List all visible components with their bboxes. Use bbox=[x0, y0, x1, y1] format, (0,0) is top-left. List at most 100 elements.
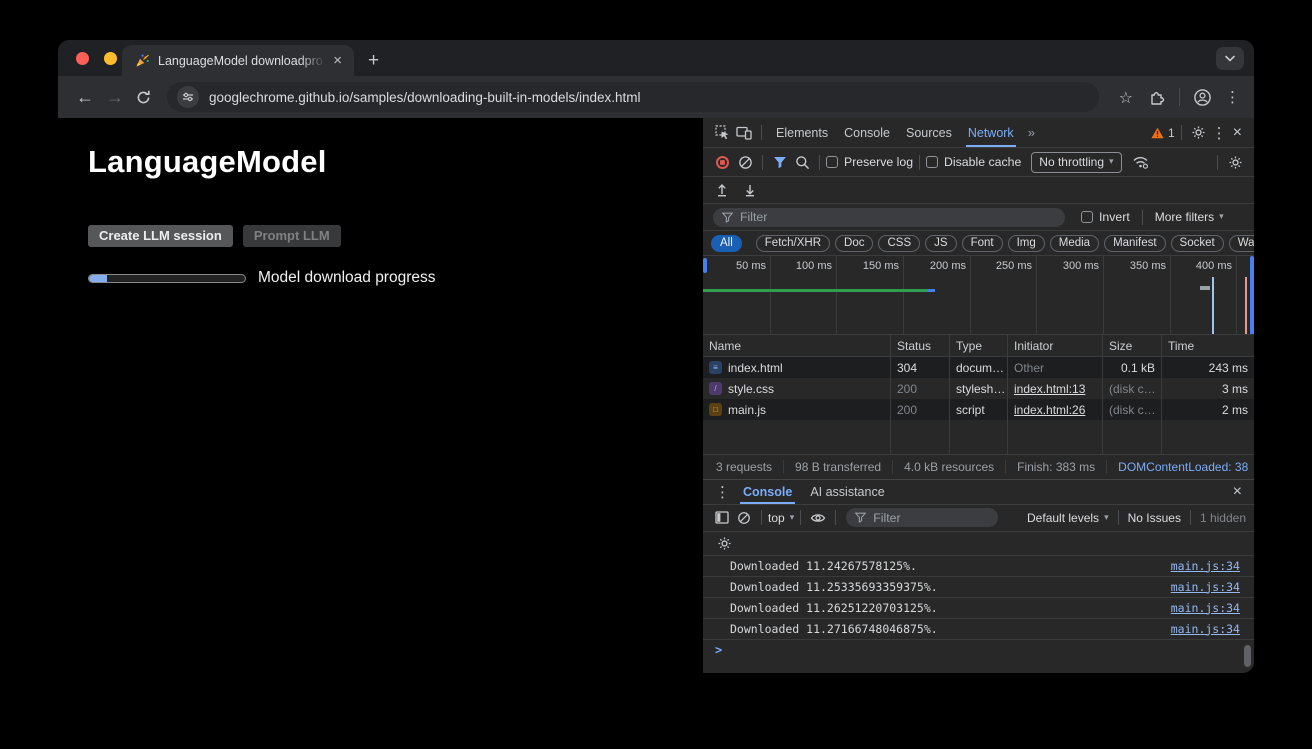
initiator-link[interactable]: index.html:13 bbox=[1014, 382, 1085, 396]
live-expression-button[interactable] bbox=[807, 508, 829, 528]
more-filters-dropdown[interactable]: More filters ▾ bbox=[1155, 210, 1224, 224]
tab-console[interactable]: Console bbox=[836, 118, 898, 147]
browser-tab[interactable]: LanguageModel downloadpro × bbox=[122, 45, 354, 76]
close-window-button[interactable] bbox=[76, 52, 89, 65]
prompt-llm-button[interactable]: Prompt LLM bbox=[243, 225, 341, 247]
chip-fetch-xhr[interactable]: Fetch/XHR bbox=[756, 235, 830, 252]
disable-cache-checkbox[interactable] bbox=[926, 156, 938, 168]
chip-wasm[interactable]: Wasm bbox=[1229, 235, 1254, 252]
filter-toggle-button[interactable] bbox=[769, 152, 791, 172]
column-initiator[interactable]: Initiator bbox=[1008, 335, 1103, 356]
new-tab-button[interactable]: + bbox=[368, 51, 379, 70]
chip-media[interactable]: Media bbox=[1050, 235, 1099, 252]
network-filter-input[interactable]: Filter bbox=[713, 208, 1065, 227]
network-settings-button[interactable] bbox=[1224, 152, 1246, 172]
divider bbox=[835, 510, 836, 525]
chip-socket[interactable]: Socket bbox=[1171, 235, 1224, 252]
tab-network[interactable]: Network bbox=[960, 118, 1022, 147]
column-time[interactable]: Time bbox=[1162, 335, 1254, 356]
chip-img[interactable]: Img bbox=[1008, 235, 1045, 252]
site-settings-icon[interactable] bbox=[177, 86, 199, 108]
console-source-link[interactable]: main.js:34 bbox=[1171, 601, 1240, 615]
context-selector-dropdown[interactable]: top ▾ bbox=[768, 511, 794, 525]
hidden-messages-count[interactable]: 1 hidden bbox=[1200, 511, 1246, 525]
network-search-button[interactable] bbox=[791, 152, 813, 172]
console-scrollbar-thumb[interactable] bbox=[1244, 645, 1251, 667]
tick-label: 100 ms bbox=[796, 260, 832, 272]
issues-counter[interactable]: No Issues bbox=[1128, 511, 1181, 525]
network-overview-timeline[interactable]: 50 ms 100 ms 150 ms 200 ms 250 ms 300 ms… bbox=[703, 255, 1254, 335]
eye-icon bbox=[810, 512, 826, 524]
chip-css[interactable]: CSS bbox=[878, 235, 920, 252]
throttling-dropdown[interactable]: No throttling ▾ bbox=[1031, 152, 1121, 173]
initiator-link[interactable]: index.html:26 bbox=[1014, 403, 1085, 417]
browser-menu-icon[interactable]: ⋮ bbox=[1225, 88, 1240, 106]
column-size[interactable]: Size bbox=[1103, 335, 1162, 356]
devtools-settings-button[interactable] bbox=[1188, 123, 1210, 143]
console-message-text: Downloaded 11.25335693359375%. bbox=[730, 580, 938, 594]
create-llm-session-button[interactable]: Create LLM session bbox=[88, 225, 233, 247]
table-row[interactable]: /style.css 200 stylesh… index.html:13 (d… bbox=[703, 378, 716, 399]
console-source-link[interactable]: main.js:34 bbox=[1171, 580, 1240, 594]
forward-button[interactable]: → bbox=[100, 87, 130, 108]
extensions-puzzle-icon[interactable] bbox=[1148, 88, 1166, 106]
tab-elements[interactable]: Elements bbox=[768, 118, 836, 147]
console-message-text: Downloaded 11.24267578125%. bbox=[730, 559, 917, 573]
funnel-icon bbox=[773, 156, 787, 169]
drawer-close-icon[interactable]: × bbox=[1227, 483, 1248, 501]
tick-label: 250 ms bbox=[996, 260, 1032, 272]
back-button[interactable]: ← bbox=[70, 87, 100, 108]
domcontentloaded-marker bbox=[1212, 277, 1214, 334]
column-type[interactable]: Type bbox=[950, 335, 1008, 356]
drawer-menu-icon[interactable]: ⋮ bbox=[715, 483, 730, 501]
address-bar[interactable]: googlechrome.github.io/samples/downloadi… bbox=[167, 82, 1099, 112]
preserve-log-checkbox[interactable] bbox=[826, 156, 838, 168]
minimize-window-button[interactable] bbox=[104, 52, 117, 65]
console-prompt[interactable]: > bbox=[703, 639, 1254, 661]
console-source-link[interactable]: main.js:34 bbox=[1171, 622, 1240, 636]
inspect-element-button[interactable] bbox=[711, 123, 733, 143]
console-settings-button[interactable] bbox=[713, 533, 735, 553]
log-levels-dropdown[interactable]: Default levels ▾ bbox=[1027, 511, 1109, 525]
upload-icon bbox=[715, 183, 729, 197]
overview-range-handle-right[interactable] bbox=[1250, 256, 1254, 335]
chip-doc[interactable]: Doc bbox=[835, 235, 873, 252]
chip-js[interactable]: JS bbox=[925, 235, 956, 252]
invert-checkbox[interactable] bbox=[1081, 211, 1093, 223]
overview-range-handle-left[interactable] bbox=[703, 258, 707, 273]
chip-all[interactable]: All bbox=[711, 235, 742, 252]
clear-console-button[interactable] bbox=[733, 508, 755, 528]
download-icon bbox=[743, 183, 757, 197]
drawer-tab-console[interactable]: Console bbox=[734, 480, 801, 504]
bookmark-star-icon[interactable]: ☆ bbox=[1119, 88, 1133, 107]
import-har-button[interactable] bbox=[711, 180, 733, 200]
tab-sources[interactable]: Sources bbox=[898, 118, 960, 147]
tab-search-chevron-button[interactable] bbox=[1216, 47, 1244, 70]
clear-network-log-button[interactable] bbox=[734, 152, 756, 172]
chip-manifest[interactable]: Manifest bbox=[1104, 235, 1165, 252]
column-status[interactable]: Status bbox=[891, 335, 950, 356]
profile-avatar-icon[interactable] bbox=[1193, 88, 1212, 107]
console-sidebar-toggle-button[interactable] bbox=[711, 508, 733, 528]
network-summary-bar: 3 requests 98 B transferred 4.0 kB resou… bbox=[703, 454, 1254, 479]
more-tabs-icon[interactable]: » bbox=[1022, 125, 1041, 140]
network-conditions-button[interactable] bbox=[1130, 152, 1152, 172]
export-har-button[interactable] bbox=[739, 180, 761, 200]
model-download-progress-bar bbox=[88, 274, 246, 283]
console-source-link[interactable]: main.js:34 bbox=[1171, 559, 1240, 573]
drawer-tab-ai-assistance[interactable]: AI assistance bbox=[801, 480, 893, 504]
device-toolbar-button[interactable] bbox=[733, 123, 755, 143]
issues-warning-badge[interactable]: 1 bbox=[1151, 126, 1175, 140]
devtools-menu-icon[interactable]: ⋮ bbox=[1212, 124, 1227, 142]
table-row[interactable]: ≡index.html 304 docum… Other 0.1 kB 243 … bbox=[703, 357, 1254, 378]
console-message: Downloaded 11.24267578125%. main.js:34 bbox=[703, 555, 1254, 576]
record-network-log-button[interactable] bbox=[716, 156, 729, 169]
devtools-close-icon[interactable]: × bbox=[1227, 124, 1248, 142]
stylesheet-file-icon: / bbox=[709, 382, 722, 395]
console-filter-input[interactable]: Filter bbox=[846, 508, 998, 527]
tab-close-icon[interactable]: × bbox=[329, 51, 346, 70]
chip-font[interactable]: Font bbox=[962, 235, 1003, 252]
table-row[interactable]: □main.js 200 script index.html:26 (disk … bbox=[703, 399, 1254, 420]
column-name[interactable]: Name bbox=[703, 335, 891, 356]
reload-button[interactable] bbox=[135, 89, 152, 106]
